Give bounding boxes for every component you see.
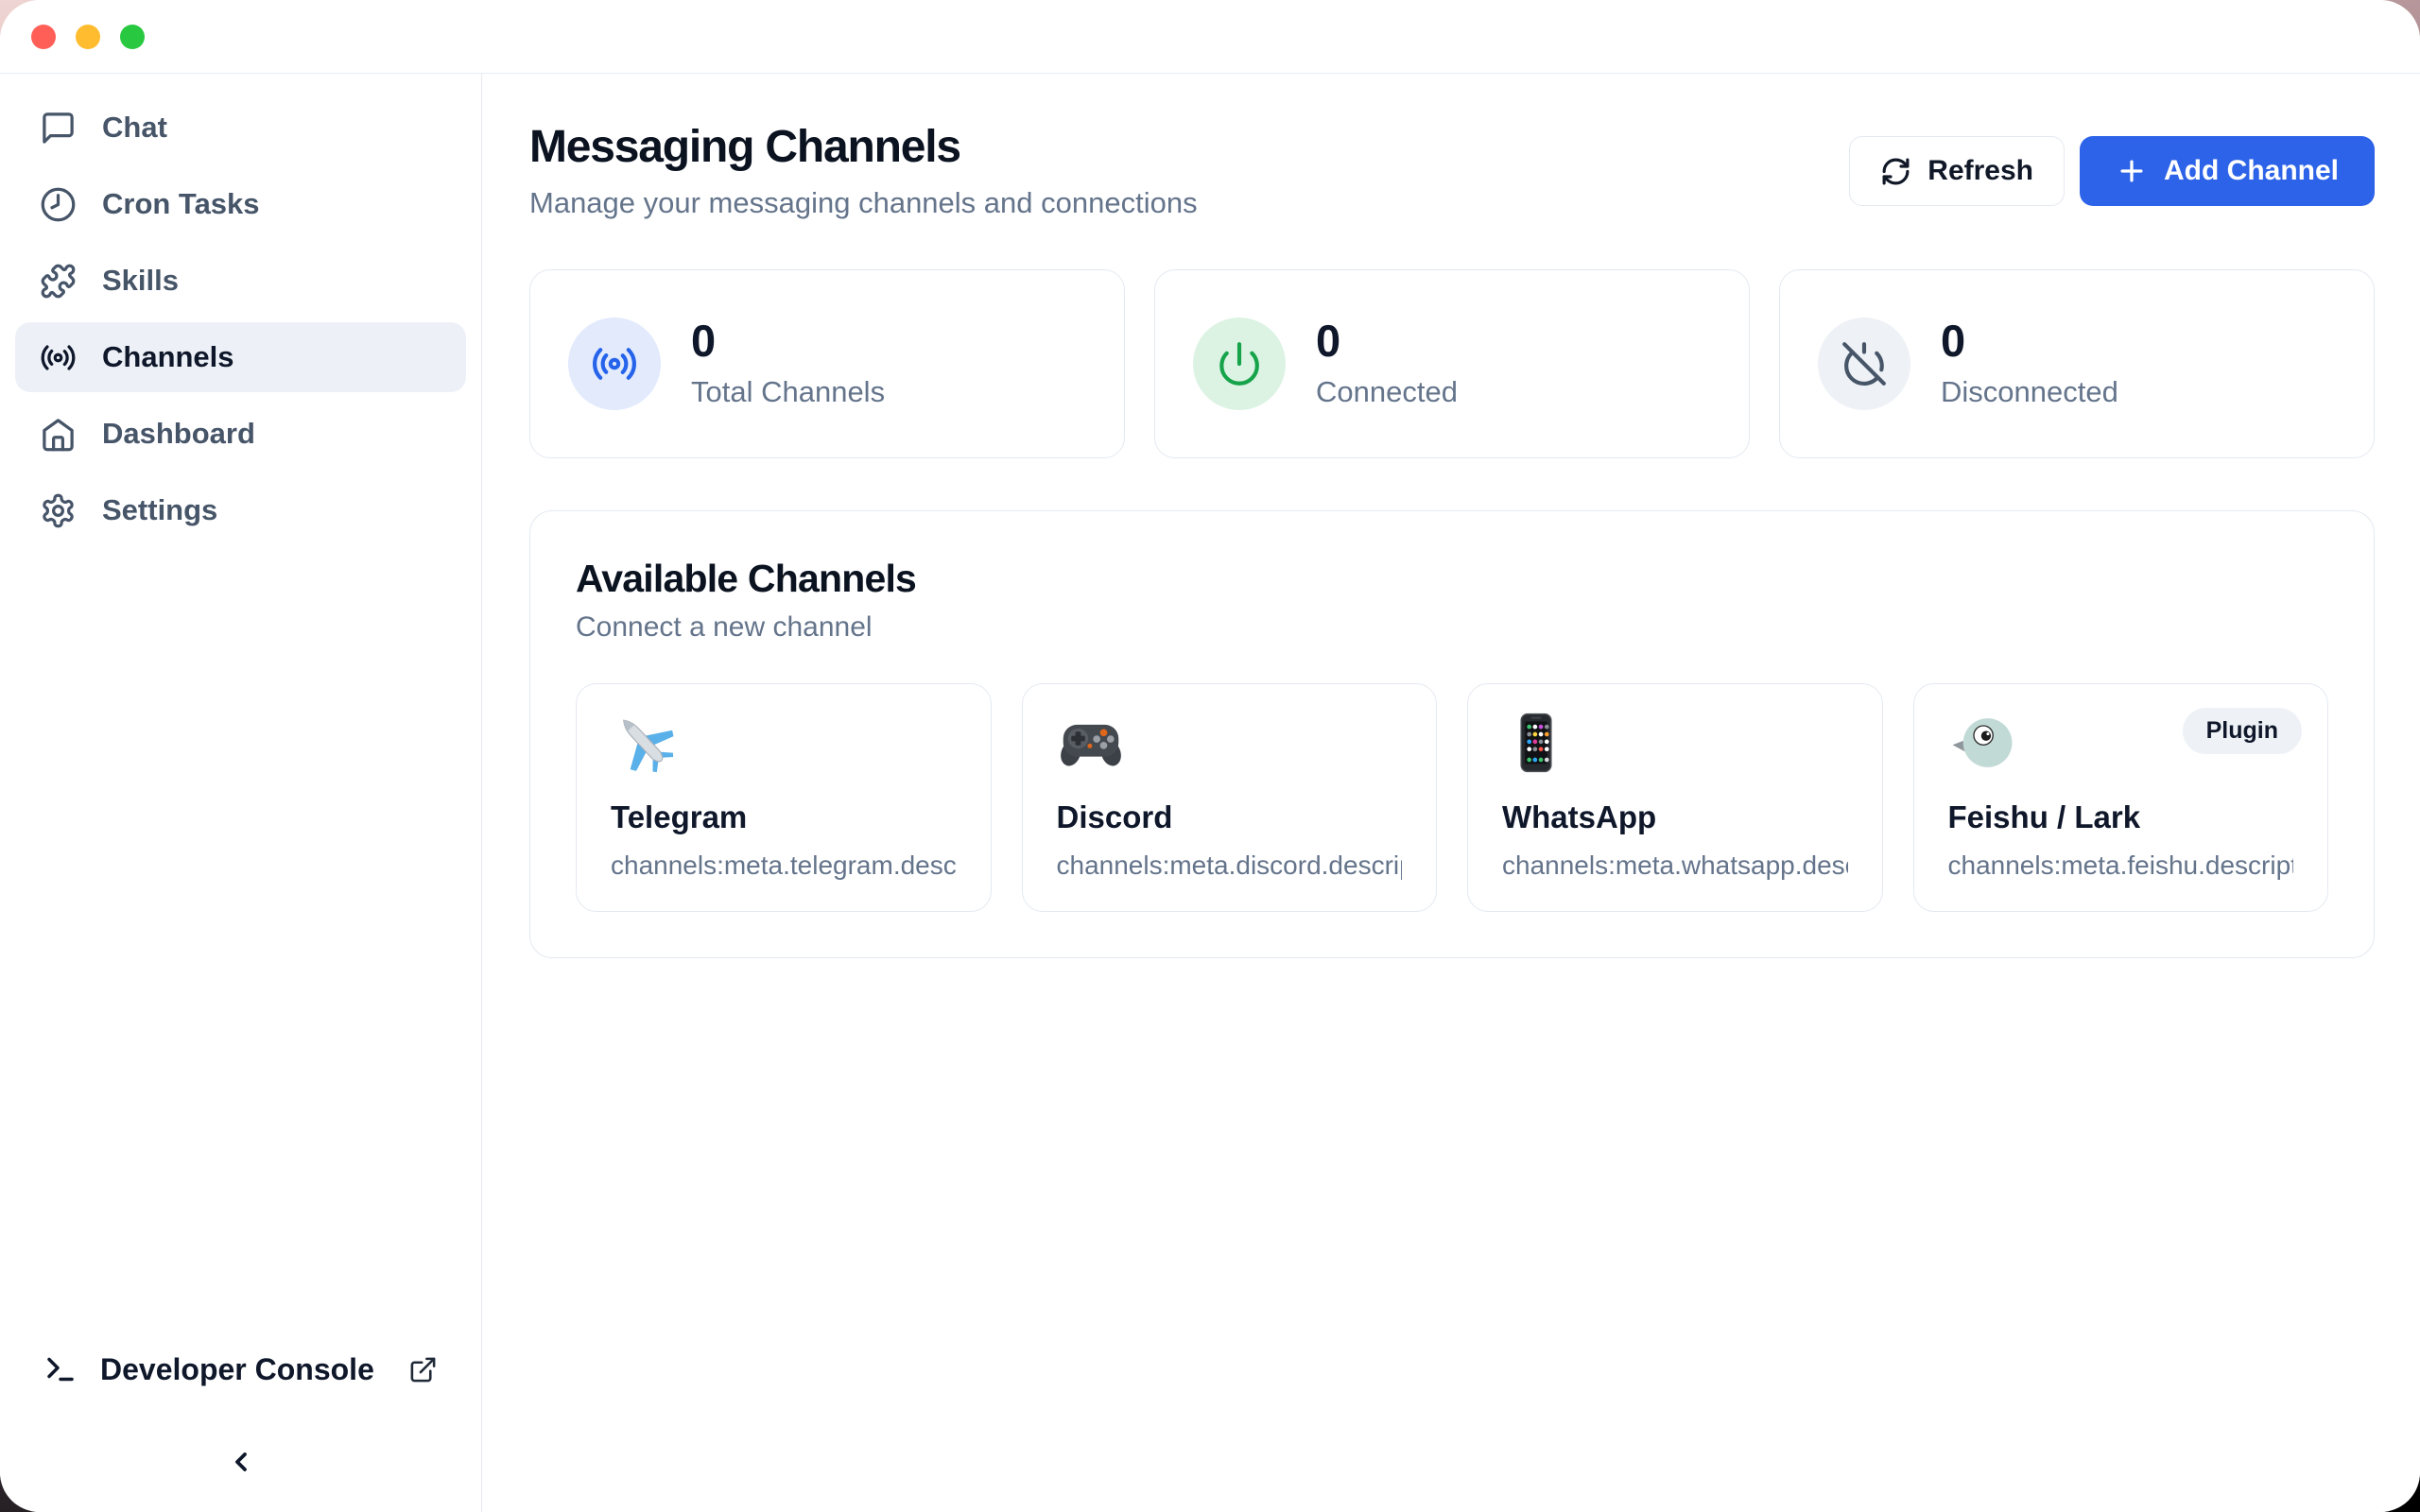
- refresh-icon: [1880, 156, 1911, 187]
- mobile-phone-emoji: [1502, 709, 1570, 777]
- sidebar-item-label: Settings: [102, 493, 217, 527]
- channel-card-telegram[interactable]: Telegram channels:meta.telegram.descript: [576, 683, 992, 912]
- stat-label: Disconnected: [1941, 375, 2118, 409]
- broadcast-icon: [568, 318, 661, 410]
- channel-name: WhatsApp: [1502, 799, 1848, 835]
- page-header: Messaging Channels Manage your messaging…: [529, 121, 2375, 220]
- sidebar-item-cron-tasks[interactable]: Cron Tasks: [15, 169, 466, 239]
- sidebar-item-label: Channels: [102, 340, 234, 374]
- refresh-button[interactable]: Refresh: [1849, 136, 2065, 206]
- stat-value: 0: [691, 318, 885, 363]
- sidebar-item-label: Dashboard: [102, 417, 255, 451]
- stat-card-disconnected: 0 Disconnected: [1779, 269, 2375, 458]
- clock-icon: [40, 186, 77, 223]
- page-title: Messaging Channels: [529, 121, 1198, 173]
- chat-bubble-icon: [40, 110, 77, 146]
- channel-name: Feishu / Lark: [1948, 799, 2294, 835]
- sidebar: Chat Cron Tasks Skills Channels Dashboar: [0, 74, 482, 1512]
- sidebar-item-label: Cron Tasks: [102, 187, 260, 221]
- sidebar-nav: Chat Cron Tasks Skills Channels Dashboar: [0, 93, 481, 552]
- plus-icon: [2116, 155, 2148, 187]
- app-body: Chat Cron Tasks Skills Channels Dashboar: [0, 74, 2420, 1512]
- close-button[interactable]: [31, 25, 56, 49]
- game-controller-emoji: [1057, 709, 1125, 777]
- puzzle-icon: [40, 263, 77, 300]
- available-channels-title: Available Channels: [576, 557, 2328, 601]
- stats-row: 0 Total Channels 0 Connected: [529, 269, 2375, 458]
- add-channel-button-label: Add Channel: [2164, 155, 2339, 187]
- developer-console-link[interactable]: Developer Console: [0, 1336, 481, 1402]
- header-actions: Refresh Add Channel: [1849, 121, 2375, 206]
- app-window: Chat Cron Tasks Skills Channels Dashboar: [0, 0, 2420, 1512]
- broadcast-icon: [40, 339, 77, 376]
- bird-emoji: [1948, 709, 2016, 777]
- stat-label: Connected: [1316, 375, 1458, 409]
- stat-value: 0: [1316, 318, 1458, 363]
- home-icon: [40, 416, 77, 453]
- stat-value: 0: [1941, 318, 2118, 363]
- channel-card-feishu-lark[interactable]: Plugin Feishu / Lark channels:meta.feish…: [1913, 683, 2329, 912]
- sidebar-item-skills[interactable]: Skills: [15, 246, 466, 316]
- available-channels-panel: Available Channels Connect a new channel: [529, 510, 2375, 958]
- refresh-button-label: Refresh: [1927, 155, 2033, 187]
- sidebar-footer: Developer Console: [0, 1336, 481, 1512]
- sidebar-collapse-button[interactable]: [0, 1440, 481, 1484]
- channel-card-discord[interactable]: Discord channels:meta.discord.descriptic: [1022, 683, 1438, 912]
- power-icon: [1193, 318, 1286, 410]
- channels-row: Telegram channels:meta.telegram.descript: [576, 683, 2328, 912]
- sidebar-item-label: Chat: [102, 111, 167, 145]
- gear-icon: [40, 492, 77, 529]
- external-link-icon: [408, 1355, 438, 1384]
- sidebar-item-channels[interactable]: Channels: [15, 322, 466, 392]
- sidebar-item-dashboard[interactable]: Dashboard: [15, 399, 466, 469]
- airplane-emoji: [611, 709, 679, 777]
- sidebar-item-label: Skills: [102, 264, 179, 298]
- developer-console-label: Developer Console: [100, 1352, 386, 1387]
- traffic-lights: [31, 25, 145, 49]
- add-channel-button[interactable]: Add Channel: [2080, 136, 2375, 206]
- terminal-icon: [43, 1352, 78, 1386]
- channel-description: channels:meta.telegram.descript: [611, 850, 957, 881]
- minimize-button[interactable]: [76, 25, 100, 49]
- stat-card-total-channels: 0 Total Channels: [529, 269, 1125, 458]
- channel-name: Telegram: [611, 799, 957, 835]
- titlebar: [0, 0, 2420, 74]
- page-subtitle: Manage your messaging channels and conne…: [529, 186, 1198, 220]
- sidebar-item-settings[interactable]: Settings: [15, 475, 466, 545]
- stat-label: Total Channels: [691, 375, 885, 409]
- available-channels-subtitle: Connect a new channel: [576, 611, 2328, 644]
- channel-name: Discord: [1057, 799, 1403, 835]
- channel-card-whatsapp[interactable]: WhatsApp channels:meta.whatsapp.descrip: [1467, 683, 1883, 912]
- chevron-left-icon: [226, 1447, 256, 1477]
- sidebar-item-chat[interactable]: Chat: [15, 93, 466, 163]
- power-off-icon: [1818, 318, 1910, 410]
- maximize-button[interactable]: [120, 25, 145, 49]
- channel-description: channels:meta.discord.descriptic: [1057, 850, 1403, 881]
- main-content: Messaging Channels Manage your messaging…: [482, 74, 2420, 1512]
- channel-description: channels:meta.feishu.description: [1948, 850, 2294, 881]
- channel-description: channels:meta.whatsapp.descrip: [1502, 850, 1848, 881]
- stat-card-connected: 0 Connected: [1154, 269, 1750, 458]
- plugin-badge: Plugin: [2183, 708, 2302, 754]
